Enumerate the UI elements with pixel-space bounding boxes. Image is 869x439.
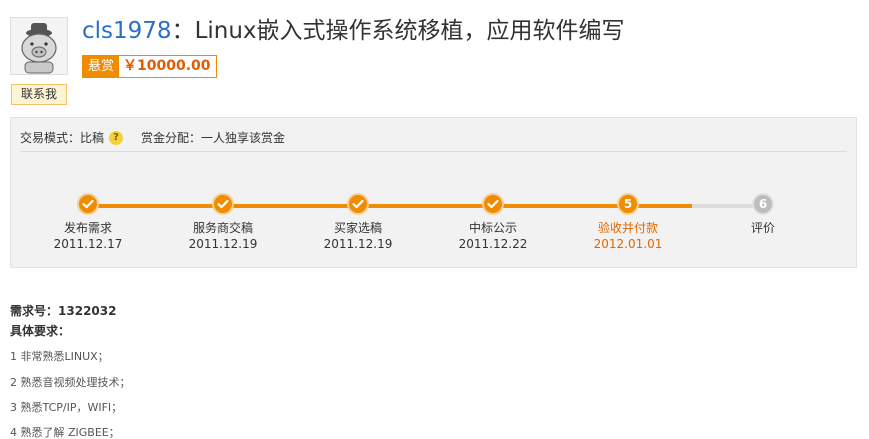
requirement-item: 3 熟悉TCP/IP，WIFI；: [10, 401, 123, 414]
bounty-split-label: 赏金分配：: [141, 131, 202, 145]
requirement-item: 2 熟悉音视频处理技术；: [10, 376, 131, 389]
progress-step: 服务商交稿 2011.12.19: [173, 193, 273, 252]
avatar[interactable]: [10, 17, 68, 75]
step-date: 2011.12.22: [458, 237, 528, 251]
step-label: 服务商交稿: [192, 221, 253, 235]
progress-step: 5 验收并付款 2012.01.01: [578, 193, 678, 252]
step-label: 发布需求: [63, 221, 112, 235]
requirements-heading: 具体要求：: [10, 324, 71, 338]
pig-avatar-image: [11, 18, 67, 74]
step-label: 买家选稿: [333, 221, 382, 235]
step-date: 2011.12.17: [53, 237, 123, 251]
task-progress-panel: 交易模式： 比稿 ? 赏金分配： 一人独享该赏金 发布需求 2011.12.17 服…: [10, 117, 857, 268]
step-date: 2011.12.19: [323, 237, 393, 251]
step-number: 5: [617, 193, 639, 215]
bounty-amount: ￥10000.00: [119, 56, 216, 77]
step-date: 2012.01.01: [593, 237, 663, 251]
check-icon: [347, 193, 369, 215]
step-date: 2011.12.19: [188, 237, 258, 251]
progress-step: 6 评价: [713, 193, 813, 236]
requirement-number: 需求号：1322032: [10, 302, 116, 319]
check-icon: [77, 193, 99, 215]
page-title: cls1978：Linux嵌入式操作系统移植，应用软件编写: [82, 14, 625, 48]
trade-mode-label: 交易模式：: [20, 131, 81, 145]
bounty-tag: 悬赏: [83, 56, 120, 77]
question-icon[interactable]: ?: [109, 130, 124, 145]
title-separator: ：: [171, 18, 195, 44]
requirement-number-label: 需求号：: [10, 304, 59, 318]
requirement-number-value: 1322032: [58, 304, 117, 318]
username-link[interactable]: cls1978: [82, 18, 172, 44]
trade-mode-value: 比稿: [80, 131, 105, 145]
bounty-badge: 悬赏 ￥10000.00: [82, 55, 217, 78]
check-icon: [482, 193, 504, 215]
progress-step: 买家选稿 2011.12.19: [308, 193, 408, 252]
bounty-split-value: 一人独享该赏金: [201, 131, 286, 145]
requirement-item: 1 非常熟悉LINUX；: [10, 350, 109, 363]
progress-step: 中标公示 2011.12.22: [443, 193, 543, 252]
trade-info: 交易模式： 比稿 ? 赏金分配： 一人独享该赏金: [20, 129, 285, 146]
step-number: 6: [752, 193, 774, 215]
requirement-item: 4 熟悉了解 ZIGBEE；: [10, 426, 120, 439]
step-label: 验收并付款: [597, 221, 658, 235]
step-label: 中标公示: [468, 221, 517, 235]
divider: [20, 151, 847, 152]
check-icon: [212, 193, 234, 215]
step-label: 评价: [750, 221, 775, 235]
contact-me-button[interactable]: 联系我: [11, 84, 67, 105]
task-title: Linux嵌入式操作系统移植，应用软件编写: [194, 18, 625, 44]
progress-step: 发布需求 2011.12.17: [38, 193, 138, 252]
